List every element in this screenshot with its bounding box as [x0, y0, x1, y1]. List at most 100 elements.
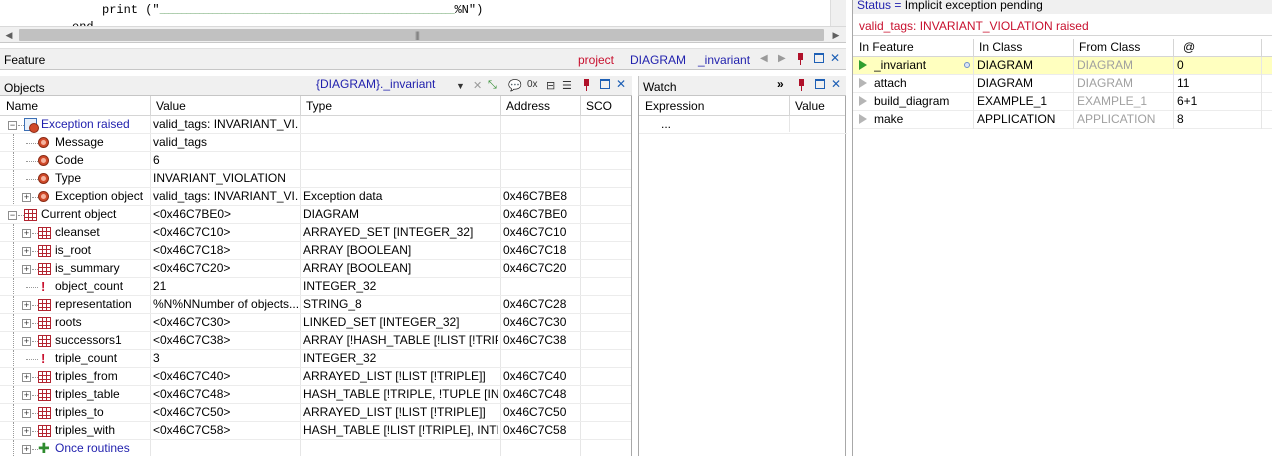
object-type: DIAGRAM — [303, 207, 360, 221]
object-name: roots — [55, 315, 82, 329]
maximize-icon[interactable] — [600, 79, 610, 89]
tree-line — [13, 134, 14, 152]
close-icon[interactable]: ✕ — [831, 77, 841, 91]
editor-vertical-scrollbar[interactable] — [830, 0, 846, 26]
object-value: valid_tags: INVARIANT_VI... — [153, 117, 298, 131]
tree-line — [13, 314, 14, 332]
close-icon[interactable]: ✕ — [616, 77, 626, 91]
object-address: 0x46C7C40 — [503, 369, 567, 383]
object-row[interactable]: + triples_to <0x46C7C50> ARRAYED_LIST [!LIS… — [0, 404, 631, 422]
column-header-type[interactable]: Type — [300, 99, 500, 113]
column-header-expression[interactable]: Expression — [639, 99, 789, 113]
call-stack-frame[interactable]: _invariant DIAGRAM DIAGRAM 0 — [853, 57, 1272, 75]
scrollbar-thumb[interactable]: ||| — [19, 29, 824, 41]
tree-expander-icon[interactable]: + — [22, 301, 31, 310]
dropdown-arrow-icon[interactable]: ▼ — [456, 81, 465, 91]
call-stack-frame[interactable]: make APPLICATION APPLICATION 8 — [853, 111, 1272, 129]
object-row[interactable]: + is_root <0x46C7C18> ARRAY [BOOLEAN] 0x46C7… — [0, 242, 631, 260]
scroll-right-arrow-icon[interactable]: ▶ — [828, 27, 844, 43]
column-header-value[interactable]: Value — [150, 99, 300, 113]
call-stack-frame[interactable]: attach DIAGRAM DIAGRAM 11 — [853, 75, 1272, 93]
object-row[interactable]: Type INVARIANT_VIOLATION — [0, 170, 631, 188]
object-row[interactable]: − Current object <0x46C7BE0> DIAGRAM 0x46C7B… — [0, 206, 631, 224]
call-stack-frame[interactable]: build_diagram EXAMPLE_1 EXAMPLE_1 6+1 — [853, 93, 1272, 111]
frame-arrow-icon — [859, 78, 867, 88]
column-header-watch-value[interactable]: Value — [789, 99, 847, 113]
feature-link[interactable]: _invariant — [698, 53, 750, 67]
column-header-sco[interactable]: SCO — [580, 99, 631, 113]
editor-horizontal-scrollbar[interactable]: ◀ ||| ▶ — [0, 26, 846, 43]
scroll-left-arrow-icon[interactable]: ◀ — [1, 27, 17, 43]
object-row[interactable]: Code 6 — [0, 152, 631, 170]
maximize-icon[interactable] — [815, 79, 825, 89]
object-row[interactable]: + cleanset <0x46C7C10> ARRAYED_SET [INTEGER… — [0, 224, 631, 242]
objects-panel-title: Objects — [4, 81, 45, 95]
object-address: 0x46C7BE8 — [503, 189, 568, 203]
object-row[interactable]: + ✚ Once routines — [0, 440, 631, 456]
tree-expander-icon[interactable]: + — [22, 409, 31, 418]
object-row[interactable]: + triples_table <0x46C7C48> HASH_TABLE [!TR… — [0, 386, 631, 404]
column-header-from-class[interactable]: From Class — [1073, 40, 1173, 54]
pin-icon[interactable] — [795, 78, 807, 92]
tree-expander-icon[interactable]: + — [22, 427, 31, 436]
watch-grid[interactable]: Expression Value ... — [638, 96, 847, 456]
dump-icon[interactable]: ⊟ — [546, 79, 555, 92]
column-header-in-feature[interactable]: In Feature — [853, 40, 973, 54]
column-header-address[interactable]: Address — [500, 99, 580, 113]
object-type: HASH_TABLE [!TRIPLE, !TUPLE [INT... — [303, 387, 498, 401]
object-address: 0x46C7BE0 — [503, 207, 568, 221]
tree-expander-icon[interactable]: + — [22, 337, 31, 346]
tree-expander-icon[interactable]: + — [22, 373, 31, 382]
project-label[interactable]: project — [578, 53, 614, 67]
tree-expander-icon[interactable]: + — [22, 229, 31, 238]
hex-counter[interactable]: 0x — [527, 79, 538, 90]
forward-icon[interactable]: ▶ — [778, 53, 786, 64]
object-row[interactable]: + roots <0x46C7C30> LINKED_SET [INTEGER_32]… — [0, 314, 631, 332]
object-row[interactable]: + Exception object valid_tags: INVARIANT_V… — [0, 188, 631, 206]
object-row[interactable]: − Exception raised valid_tags: INVARIANT_V… — [0, 116, 631, 134]
comment-icon[interactable]: 💬 — [508, 79, 522, 92]
tree-expander-icon[interactable]: − — [8, 211, 17, 220]
expand-arrows-icon[interactable]: ⤡ — [488, 79, 497, 92]
tree-expander-icon[interactable]: + — [22, 265, 31, 274]
back-icon[interactable]: ◀ — [760, 53, 768, 64]
close-icon[interactable]: ✕ — [830, 51, 840, 65]
tree-expander-icon[interactable]: + — [22, 193, 31, 202]
tree-expander-icon[interactable]: + — [22, 247, 31, 256]
tree-expander-icon[interactable]: + — [22, 319, 31, 328]
object-type: LINKED_SET [INTEGER_32] — [303, 315, 460, 329]
pin-icon[interactable] — [794, 52, 806, 66]
object-type: ARRAY [BOOLEAN] — [303, 261, 412, 275]
column-header-name[interactable]: Name — [0, 99, 150, 113]
object-row[interactable]: + representation %N%NNumber of objects... S… — [0, 296, 631, 314]
pin-icon[interactable] — [580, 78, 592, 92]
object-row[interactable]: Message valid_tags — [0, 134, 631, 152]
more-tools-icon[interactable]: » — [777, 77, 784, 91]
layout-icon[interactable]: ☰ — [562, 79, 572, 92]
object-row[interactable]: ! triple_count 3 INTEGER_32 — [0, 350, 631, 368]
column-header-in-class[interactable]: In Class — [973, 40, 1073, 54]
tree-expander-icon[interactable]: + — [22, 391, 31, 400]
column-header-at[interactable]: @ — [1177, 40, 1217, 54]
tree-expander-icon[interactable]: − — [8, 121, 17, 130]
tree-expander-icon[interactable]: + — [22, 445, 31, 454]
object-row[interactable]: + triples_from <0x46C7C40> ARRAYED_LIST [!L… — [0, 368, 631, 386]
remove-icon[interactable]: ✕ — [473, 79, 482, 92]
object-value: <0x46C7C48> — [153, 387, 231, 401]
objects-tree-grid[interactable]: Name Value Type Address SCO − Exception r… — [0, 96, 632, 456]
maximize-icon[interactable] — [814, 53, 824, 63]
object-name: Once routines — [55, 441, 130, 455]
object-row[interactable]: + triples_with <0x46C7C58> HASH_TABLE [!LIS… — [0, 422, 631, 440]
object-row[interactable]: ! object_count 21 INTEGER_32 — [0, 278, 631, 296]
frame-position: 11 — [1177, 76, 1190, 90]
object-row[interactable]: + successors1 <0x46C7C38> ARRAY [!HASH_TABL… — [0, 332, 631, 350]
object-grid-icon — [38, 227, 51, 239]
class-link[interactable]: DIAGRAM — [630, 53, 686, 67]
watch-panel-title: Watch — [643, 80, 677, 94]
object-name: Exception object — [55, 189, 144, 203]
code-editor[interactable]: print ("________________________________… — [0, 0, 846, 28]
frame-from-class: DIAGRAM — [1077, 58, 1134, 72]
frame-in-class: EXAMPLE_1 — [977, 94, 1048, 108]
new-expression-row[interactable]: ... — [661, 117, 671, 131]
object-row[interactable]: + is_summary <0x46C7C20> ARRAY [BOOLEAN] 0x4… — [0, 260, 631, 278]
